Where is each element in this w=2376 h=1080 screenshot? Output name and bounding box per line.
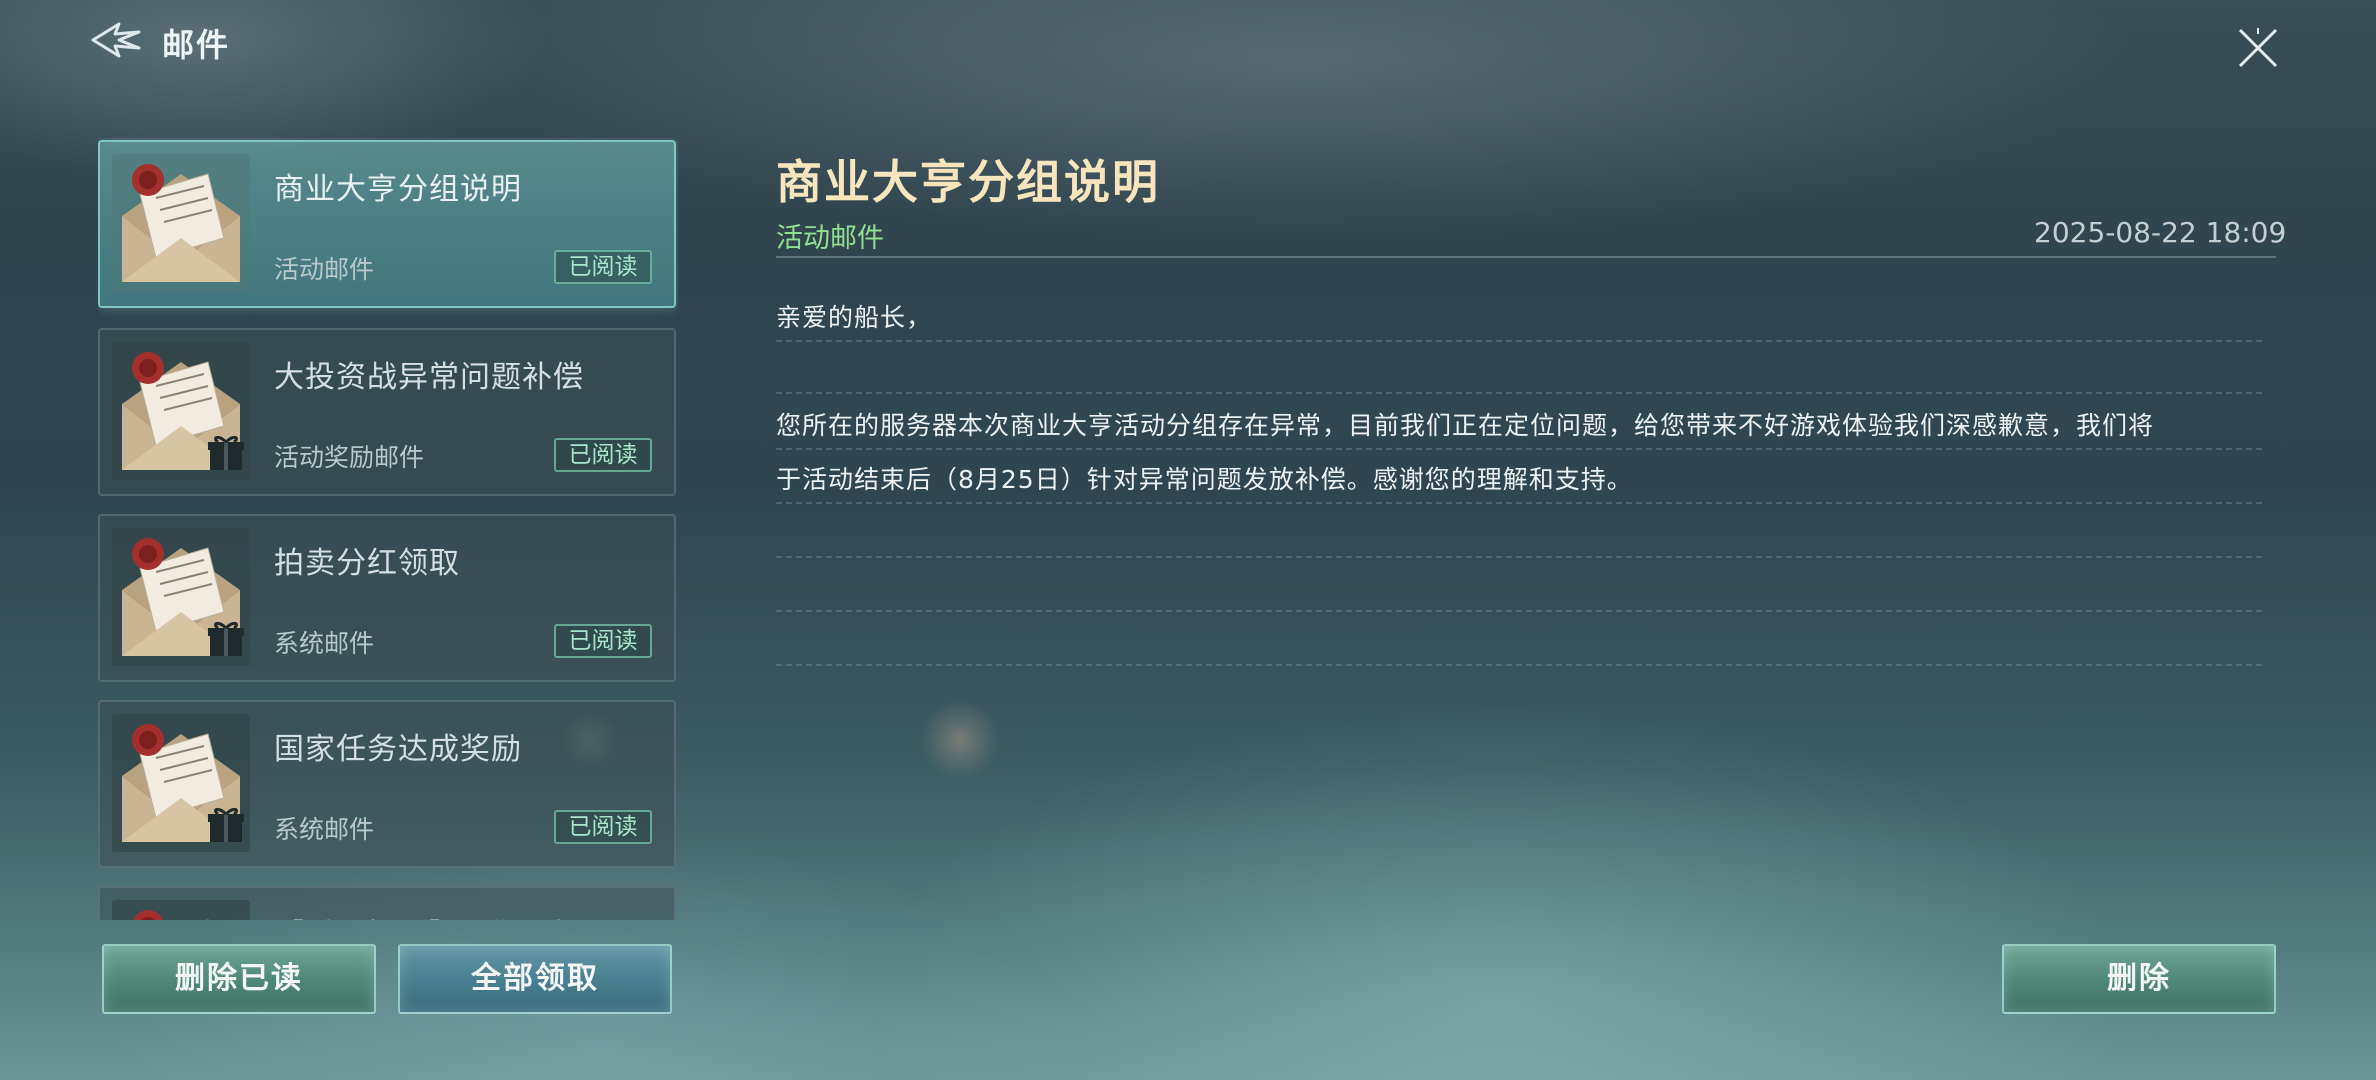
ruled-line: [776, 664, 2262, 666]
mail-type: 活动奖励邮件: [274, 443, 425, 472]
mail-detail-date: 2025-08-22 18:09: [2034, 216, 2287, 249]
mail-title: 拍卖分红领取: [274, 546, 460, 581]
read-status-badge: 已阅读: [554, 810, 652, 844]
ruled-line: [776, 340, 2262, 342]
gift-icon: [208, 435, 244, 470]
mail-title: 大投资战异常问题补偿: [274, 360, 584, 395]
read-status-badge: 已阅读: [554, 624, 652, 658]
ruled-line: [776, 502, 2262, 504]
delete-read-button[interactable]: 删除已读: [102, 944, 376, 1014]
read-status-badge: 已阅读: [554, 250, 652, 284]
mail-body-line: 于活动结束后（8月25日）针对异常问题发放补偿。感谢您的理解和支持。: [776, 465, 1633, 494]
divider: [776, 256, 2276, 258]
mail-detail-category: 活动邮件: [776, 223, 884, 254]
mail-item[interactable]: 拍卖分红领取 系统邮件 已阅读: [98, 514, 676, 682]
mail-item[interactable]: 商业大亨分组说明 活动邮件 已阅读: [98, 140, 676, 308]
mail-item[interactable]: 【重已提问】到期通知: [98, 886, 676, 920]
ruled-line: [776, 392, 2262, 394]
envelope-icon: [112, 154, 250, 292]
delete-button[interactable]: 删除: [2002, 944, 2276, 1014]
read-status-badge: 已阅读: [554, 438, 652, 472]
page-title: 邮件: [162, 26, 231, 64]
mail-type: 系统邮件: [274, 815, 375, 844]
mail-type: 系统邮件: [274, 629, 375, 658]
mail-title: 国家任务达成奖励: [274, 732, 522, 767]
mail-item[interactable]: 大投资战异常问题补偿 活动奖励邮件 已阅读: [98, 328, 676, 496]
gift-icon: [208, 807, 244, 842]
mail-detail-title: 商业大亨分组说明: [776, 155, 1160, 209]
claim-all-button[interactable]: 全部领取: [398, 944, 672, 1014]
close-button[interactable]: [2230, 20, 2286, 76]
mail-title: 商业大亨分组说明: [274, 172, 522, 207]
mail-list[interactable]: 商业大亨分组说明 活动邮件 已阅读 大投资战异常问题补偿 活动奖励邮件 已阅读 …: [98, 138, 678, 920]
back-button[interactable]: [88, 14, 144, 66]
envelope-icon: [112, 900, 250, 920]
mail-greeting: 亲爱的船长，: [776, 303, 933, 332]
ruled-line: [776, 610, 2262, 612]
mail-item[interactable]: 国家任务达成奖励 系统邮件 已阅读: [98, 700, 676, 868]
mail-title: 【重已提问】到期通知: [274, 910, 584, 920]
ruled-line: [776, 556, 2262, 558]
mail-type: 活动邮件: [274, 255, 375, 284]
mail-body-line: 您所在的服务器本次商业大亨活动分组存在异常，目前我们正在定位问题，给您带来不好游…: [776, 411, 2155, 440]
back-arrow-icon: [91, 22, 141, 58]
close-icon: [2238, 28, 2278, 68]
light-flare: [920, 700, 1000, 780]
gift-icon: [208, 621, 244, 656]
ruled-line: [776, 448, 2262, 450]
